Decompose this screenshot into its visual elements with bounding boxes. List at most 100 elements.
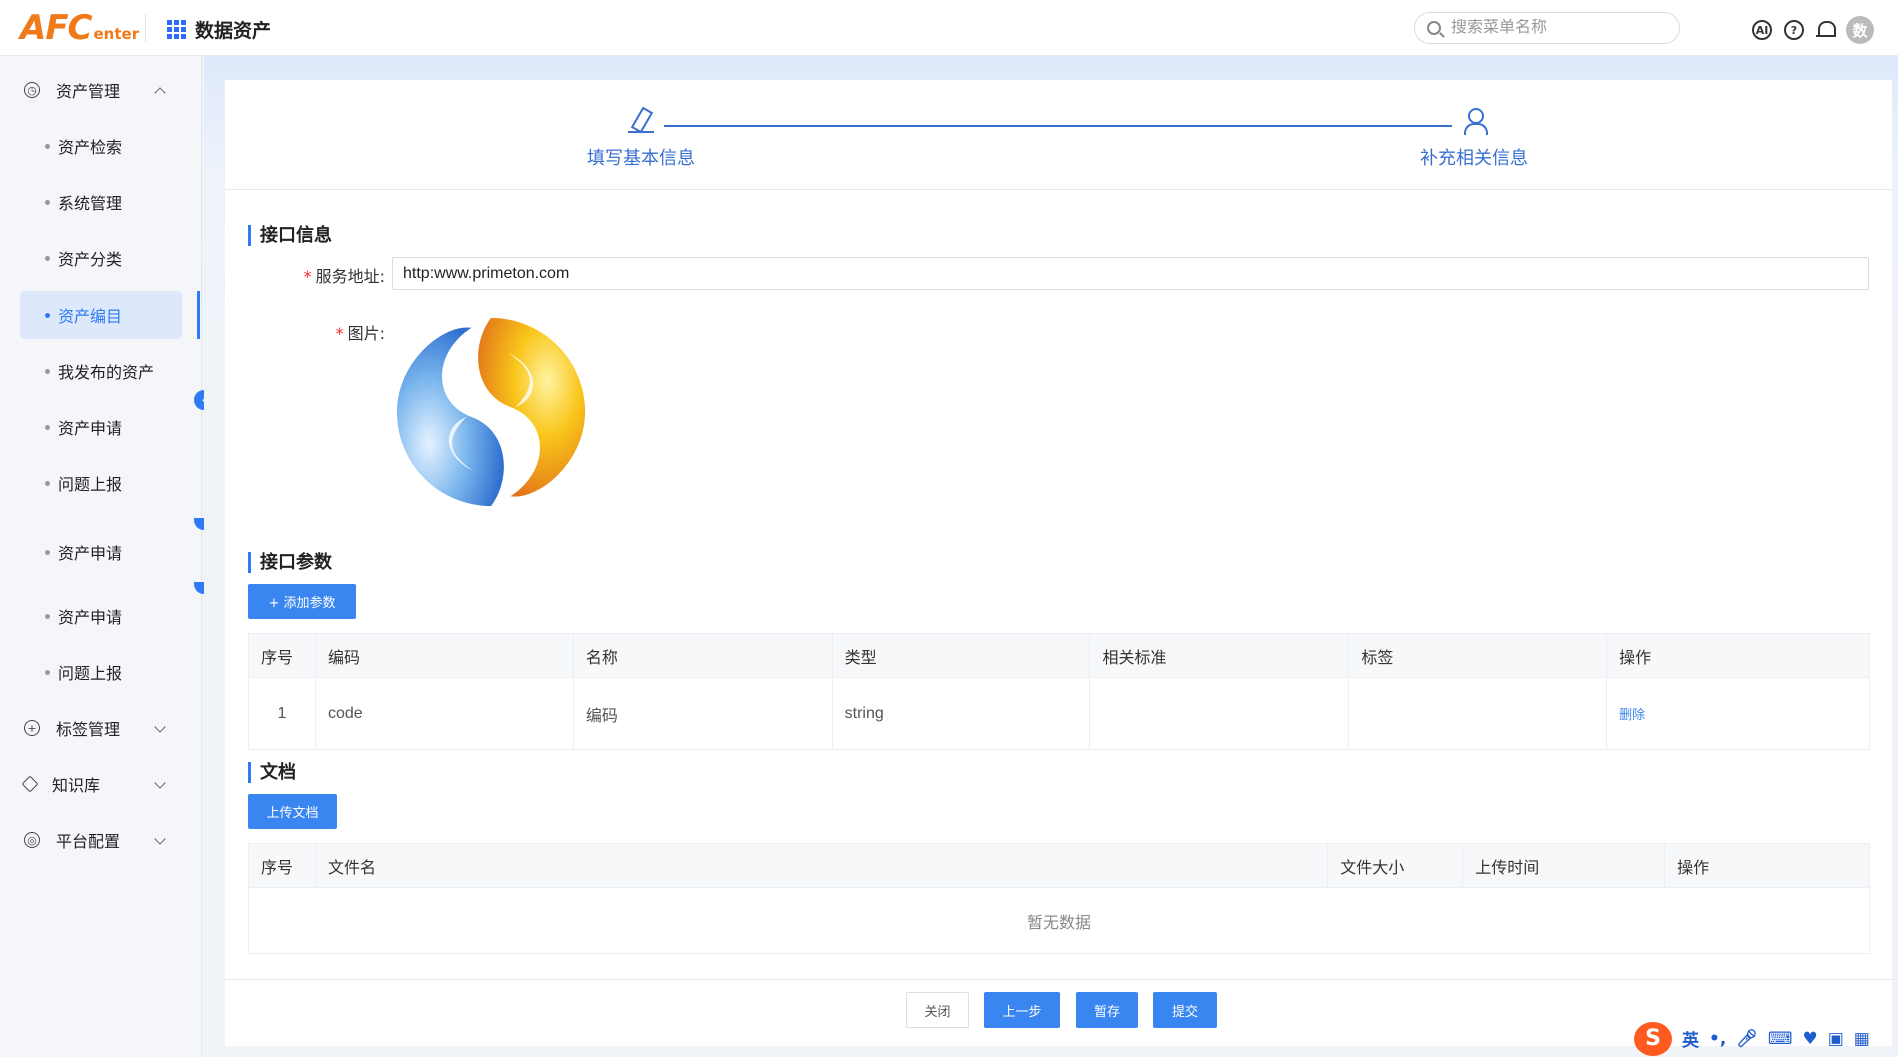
sidebar-group-label: 标签管理 <box>56 720 121 739</box>
required-mark: * <box>303 267 312 286</box>
settings-icon: ◎ <box>24 832 40 848</box>
sidebar-item-label: 系统管理 <box>58 194 123 213</box>
sidebar-item-label: 资产分类 <box>58 250 123 269</box>
app-grid-icon <box>167 19 187 40</box>
active-indicator <box>197 291 200 339</box>
app-switcher[interactable]: 数据资产 <box>167 16 271 43</box>
ime-language-toggle[interactable]: 英 <box>1682 1026 1699 1051</box>
microphone-icon[interactable]: 🎤︎ <box>1736 1029 1758 1049</box>
table-header-row: 序号 文件名 文件大小 上传时间 操作 <box>248 843 1870 888</box>
upload-document-button[interactable]: 上传文档 <box>248 794 337 829</box>
notification-bell-icon[interactable] <box>1816 20 1836 40</box>
sidebar-item-label: 资产申请 <box>58 419 123 438</box>
sidebar-group-knowledge-base[interactable]: 知识库 <box>0 764 202 804</box>
bullet-dot <box>45 255 50 261</box>
sidebar-group-asset-management[interactable]: ◷ 资产管理 <box>0 70 202 110</box>
chevron-down-icon <box>154 833 166 845</box>
delete-param-link[interactable]: 删除 <box>1619 707 1645 722</box>
wizard-steps: 填写基本信息 补充相关信息 <box>225 80 1892 190</box>
toolbox-icon[interactable]: ▣ <box>1828 1029 1844 1049</box>
sidebar-item-issue-report[interactable]: 问题上报 <box>20 459 182 507</box>
column-header: 序号 <box>248 843 316 888</box>
param-type: string <box>831 677 1091 750</box>
column-header: 文件大小 <box>1327 843 1464 888</box>
sidebar-item-asset-request-3[interactable]: 资产申请 <box>20 592 182 640</box>
bullet-dot <box>45 480 50 486</box>
column-header: 类型 <box>831 633 1091 678</box>
table-row: 1 code 编码 string 删除 <box>248 677 1870 750</box>
chevron-up-icon <box>154 87 166 99</box>
keyboard-icon[interactable]: ⌨ <box>1768 1029 1793 1049</box>
column-header: 序号 <box>248 633 316 678</box>
column-header: 操作 <box>1664 843 1870 888</box>
column-header: 文件名 <box>314 843 1329 888</box>
chevron-down-icon <box>154 777 166 789</box>
help-icon[interactable]: ? <box>1784 20 1804 40</box>
sidebar-item-asset-category[interactable]: 资产分类 <box>20 234 182 282</box>
submit-button[interactable]: 提交 <box>1153 992 1217 1028</box>
pencil-icon <box>628 108 654 134</box>
param-name: 编码 <box>572 677 833 750</box>
table-header-row: 序号 编码 名称 类型 相关标准 标签 操作 <box>248 633 1870 678</box>
add-param-button[interactable]: + 添加参数 <box>248 584 356 619</box>
params-table: 序号 编码 名称 类型 相关标准 标签 操作 1 code 编码 string … <box>248 633 1870 750</box>
ime-punctuation-toggle[interactable]: •, <box>1709 1029 1726 1049</box>
step-basic-info[interactable]: 填写基本信息 <box>587 108 695 170</box>
bullet-dot <box>45 613 50 619</box>
sidebar-item-label: 资产申请 <box>58 544 123 563</box>
section-title-interface-info: 接口信息 <box>248 225 332 246</box>
bullet-dot <box>45 424 50 430</box>
sidebar-item-asset-request[interactable]: 资产申请 <box>20 403 182 451</box>
menu-search[interactable] <box>1414 12 1680 44</box>
top-bar: AFC enter 数据资产 AI ? 数 <box>0 0 1898 56</box>
bullet-dot <box>45 368 50 374</box>
app-title: 数据资产 <box>195 20 272 42</box>
logo-main-text: AFC <box>20 8 92 48</box>
column-header: 上传时间 <box>1462 843 1666 888</box>
ai-assistant-icon[interactable]: AI <box>1752 20 1772 40</box>
documents-table: 序号 文件名 文件大小 上传时间 操作 暂无数据 <box>248 843 1870 954</box>
bullet-dot <box>45 549 50 555</box>
step-label: 补充相关信息 <box>1420 148 1528 169</box>
save-draft-button[interactable]: 暂存 <box>1076 992 1138 1028</box>
sidebar-item-my-published[interactable]: 我发布的资产 <box>20 347 182 395</box>
param-actions: 删除 <box>1606 677 1870 750</box>
sidebar-item-asset-catalog[interactable]: 资产编目 <box>20 291 182 339</box>
previous-step-button[interactable]: 上一步 <box>984 992 1060 1028</box>
sidebar-item-system-management[interactable]: 系统管理 <box>20 178 182 226</box>
skin-icon[interactable]: ♥ <box>1802 1029 1817 1049</box>
step-connector <box>664 125 1452 127</box>
sidebar-item-issue-report-2[interactable]: 问题上报 <box>20 648 182 696</box>
afcenter-logo[interactable]: AFC enter <box>20 8 139 48</box>
sidebar-group-label: 知识库 <box>52 776 101 795</box>
sogou-ime-logo[interactable]: S <box>1634 1021 1672 1056</box>
service-address-input[interactable] <box>392 257 1869 290</box>
menu-search-input[interactable] <box>1451 19 1661 37</box>
sidebar-group-tag-management[interactable]: + 标签管理 <box>0 708 202 748</box>
section-title-interface-params: 接口参数 <box>248 552 332 573</box>
empty-row: 暂无数据 <box>248 887 1870 954</box>
column-header: 操作 <box>1606 633 1870 678</box>
sidebar-item-label: 问题上报 <box>58 664 123 683</box>
search-icon <box>1427 21 1441 35</box>
required-mark: * <box>335 324 344 343</box>
bullet-dot <box>45 199 50 205</box>
menu-grid-icon[interactable]: ▦ <box>1854 1029 1870 1049</box>
param-standard <box>1089 677 1350 750</box>
service-address-label: * 服务地址: <box>303 267 385 286</box>
step-extra-info[interactable]: 补充相关信息 <box>1420 108 1528 170</box>
sidebar: ◷ 资产管理 资产检索 系统管理 资产分类 资产编目 我发布的资产 资产申请 问… <box>0 56 202 1057</box>
sidebar-item-asset-request-2[interactable]: 资产申请 <box>20 528 182 576</box>
image-label: * 图片: <box>335 324 385 343</box>
user-avatar[interactable]: 数 <box>1846 16 1874 44</box>
param-code: code <box>314 677 574 750</box>
sidebar-item-asset-search[interactable]: 资产检索 <box>20 122 182 170</box>
interface-image-thumbnail[interactable] <box>393 314 589 510</box>
column-header: 标签 <box>1348 633 1608 678</box>
sidebar-group-platform-config[interactable]: ◎ 平台配置 <box>0 820 202 860</box>
bullet-dot <box>45 669 50 675</box>
sidebar-group-label: 平台配置 <box>56 832 121 851</box>
close-button[interactable]: 关闭 <box>906 992 969 1028</box>
sidebar-item-label: 资产申请 <box>58 608 123 627</box>
bullet-dot <box>45 312 50 318</box>
